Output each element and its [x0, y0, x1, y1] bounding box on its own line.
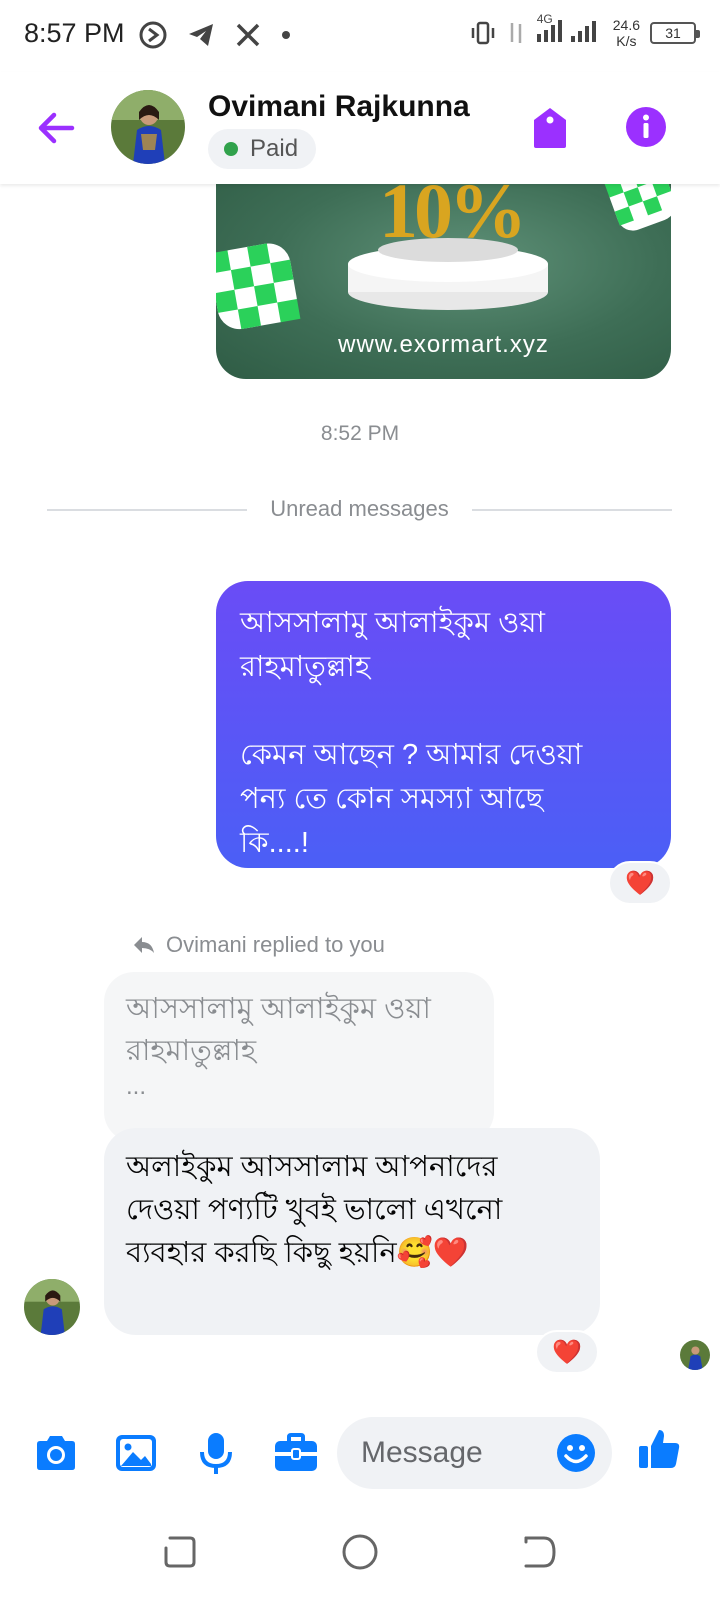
avatar-photo [24, 1279, 80, 1335]
message-composer [0, 1400, 720, 1500]
message-input-container [337, 1417, 612, 1489]
network-type: 4G [536, 12, 553, 26]
call-timer-icon [139, 21, 167, 49]
microphone-icon[interactable] [193, 1430, 239, 1476]
speed-value: 24.6 [612, 16, 640, 33]
message-input[interactable] [361, 1431, 541, 1475]
battery-icon: 31 [650, 21, 700, 44]
vibrate-icon [471, 21, 494, 44]
sender-avatar[interactable] [24, 1279, 80, 1335]
system-status: 4G 24.6 K/s 31 [469, 12, 700, 49]
chat-header: Ovimani Rajkunna Paid [0, 72, 720, 184]
heart-reaction[interactable]: ❤️ [535, 1330, 599, 1374]
back-arrow-icon[interactable] [34, 106, 78, 150]
incoming-message[interactable]: অলাইকুম আসসালাম আপনাদের দেওয়া পণ্যটি খু… [104, 1128, 600, 1335]
data-arrows-icon [510, 22, 521, 43]
seen-avatar [680, 1340, 710, 1370]
dot-icon [282, 31, 290, 39]
signal-4g: 4G [535, 12, 603, 49]
promo-image[interactable]: 10% www.exormart.xyz [216, 184, 671, 379]
reply-arrow-icon [134, 937, 154, 953]
back-nav-icon[interactable] [520, 1532, 560, 1572]
status-badge[interactable]: Paid [208, 129, 317, 169]
label-tag-icon[interactable] [530, 106, 570, 150]
quoted-line: রাহমাতুল্লাহ [126, 1035, 257, 1067]
avatar-photo [111, 90, 185, 164]
reply-indicator: Ovimani replied to you [132, 932, 385, 958]
contact-name[interactable]: Ovimani Rajkunna [208, 90, 470, 124]
divider-line [47, 509, 247, 511]
reply-label: Ovimani replied to you [166, 932, 385, 957]
telegram-icon [189, 24, 213, 46]
android-nav-bar [0, 1500, 720, 1600]
avatar[interactable] [111, 90, 185, 164]
avatar-photo [680, 1340, 710, 1370]
heart-reaction[interactable]: ❤️ [608, 861, 672, 905]
quoted-ellipsis: ... [126, 1073, 147, 1100]
x-icon [236, 23, 260, 47]
quoted-line: আসসালামু আলাইকুম ওয়া [126, 993, 431, 1025]
unread-divider: Unread messages [270, 496, 449, 521]
briefcase-icon[interactable] [273, 1430, 319, 1476]
message-timestamp: 8:52 PM [320, 422, 400, 445]
status-bar: 8:57 PM 4G 24.6 K/s 31 [0, 0, 720, 72]
status-dot [224, 142, 238, 156]
divider-line [472, 509, 672, 511]
gallery-icon[interactable] [113, 1430, 159, 1476]
camera-icon[interactable] [33, 1430, 79, 1476]
promo-percent: 10% [379, 184, 527, 254]
recents-icon[interactable] [160, 1532, 200, 1572]
status-time: 8:57 PM [24, 18, 125, 48]
promo-url: www.exormart.xyz [338, 331, 549, 358]
quoted-message[interactable]: আসসালামু আলাইকুম ওয়া রাহমাতুল্লাহ ... [104, 972, 494, 1142]
thumbs-up-icon[interactable] [636, 1426, 682, 1472]
outgoing-message[interactable]: আসসালামু আলাইকুম ওয়া রাহমাতুল্লাহ কেমন … [216, 581, 671, 868]
home-icon[interactable] [340, 1532, 380, 1572]
network-speed: 24.6 K/s [613, 17, 640, 49]
emoji-icon[interactable] [556, 1433, 596, 1473]
status-badge-label: Paid [250, 135, 299, 162]
speed-unit: K/s [616, 32, 637, 49]
notification-icons [138, 20, 292, 50]
info-icon[interactable] [625, 106, 667, 148]
